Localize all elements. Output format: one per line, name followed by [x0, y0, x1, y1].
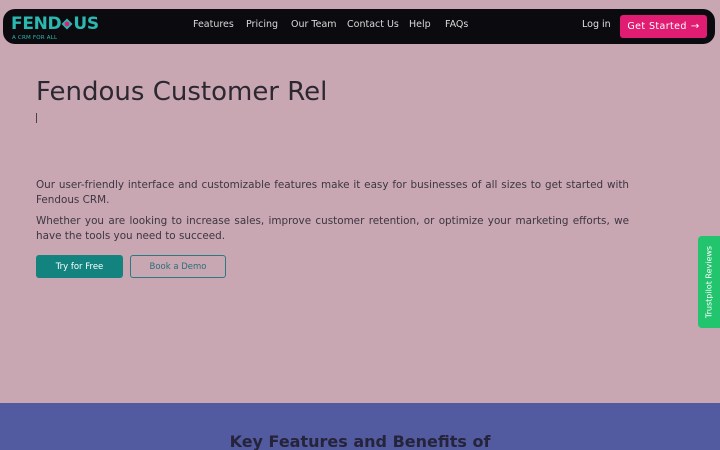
features-section: Key Features and Benefits of [0, 403, 720, 450]
hero-paragraph-benefits: Whether you are looking to increase sale… [36, 215, 629, 242]
hero-title: Fendous Customer Rel [36, 77, 328, 107]
brand-wordmark: FEND US [11, 14, 99, 34]
features-title: Key Features and Benefits of [229, 432, 491, 450]
diamond-icon [61, 18, 73, 30]
get-started-button[interactable]: Get Started → [620, 15, 707, 38]
nav-link-contact-us[interactable]: Contact Us [347, 19, 399, 30]
nav-link-faqs[interactable]: FAQs [445, 19, 468, 30]
nav-link-pricing[interactable]: Pricing [246, 19, 278, 30]
navbar: FEND US A CRM FOR ALL Features Pricing Ou… [3, 9, 715, 44]
trustpilot-reviews-label: Trustpilot Reviews [704, 245, 714, 319]
brand-tagline: A CRM FOR ALL [12, 35, 58, 41]
arrow-right-icon: → [690, 21, 700, 32]
brand-logo[interactable]: FEND US A CRM FOR ALL [11, 14, 101, 42]
nav-link-help[interactable]: Help [409, 19, 431, 30]
brand-name-suffix: US [73, 14, 99, 34]
try-for-free-button[interactable]: Try for Free [36, 255, 123, 278]
nav-link-our-team[interactable]: Our Team [291, 19, 337, 30]
book-a-demo-button[interactable]: Book a Demo [130, 255, 226, 278]
login-link[interactable]: Log in [582, 19, 611, 30]
nav-link-features[interactable]: Features [193, 19, 234, 30]
brand-name-prefix: FEND [11, 14, 62, 34]
get-started-label: Get Started [627, 21, 687, 32]
typing-caret [36, 113, 37, 123]
trustpilot-reviews-tab[interactable]: Trustpilot Reviews [698, 236, 720, 328]
hero-paragraph-intro: Our user-friendly interface and customiz… [36, 179, 629, 206]
